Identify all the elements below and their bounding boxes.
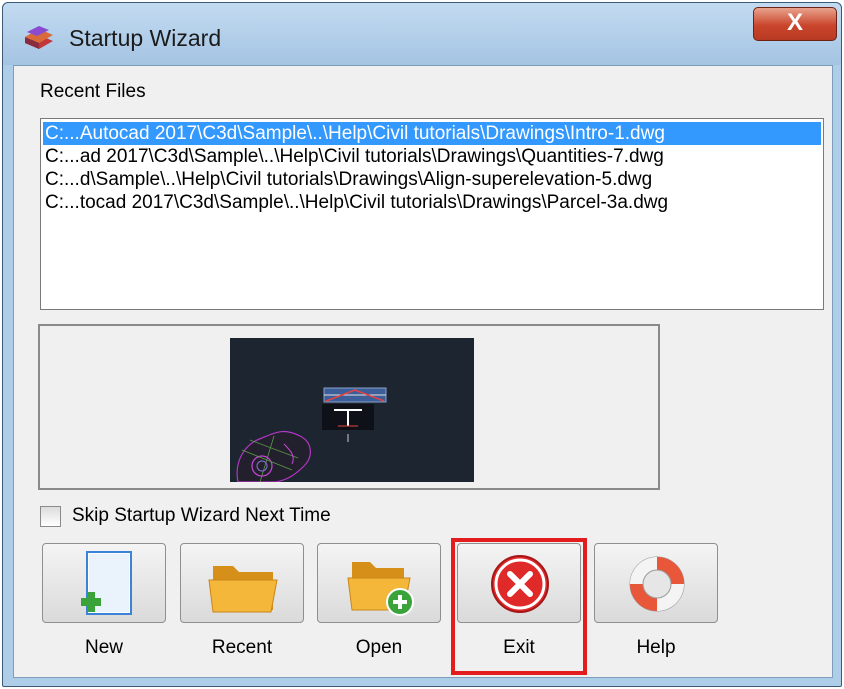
recent-files-list[interactable]: C:...Autocad 2017\C3d\Sample\..\Help\Civ… — [40, 118, 824, 310]
autocad-civil3d-icon — [25, 26, 53, 49]
recent-button[interactable] — [180, 543, 304, 623]
title-bar[interactable]: Startup Wizard X — [3, 3, 841, 65]
window-title: Startup Wizard — [69, 25, 222, 51]
wizard-body: Recent Files C:...Autocad 2017\C3d\Sampl… — [13, 65, 833, 678]
open-label: Open — [355, 637, 403, 658]
drawing-preview-image — [230, 338, 474, 482]
new-button[interactable] — [42, 543, 166, 623]
open-button[interactable] — [317, 543, 441, 623]
drawing-preview-frame — [38, 324, 660, 490]
folder-icon — [208, 566, 278, 613]
recent-label: Recent — [211, 637, 273, 658]
skip-wizard-checkbox[interactable] — [40, 506, 61, 527]
skip-wizard-label: Skip Startup Wizard Next Time — [72, 505, 331, 526]
recent-file-item[interactable]: C:...ad 2017\C3d\Sample\..\Help\Civil tu… — [43, 145, 821, 168]
help-button[interactable] — [594, 543, 718, 623]
recent-files-label: Recent Files — [40, 81, 146, 102]
recent-file-item[interactable]: C:...tocad 2017\C3d\Sample\..\Help\Civil… — [43, 191, 821, 214]
recent-file-item[interactable]: C:...Autocad 2017\C3d\Sample\..\Help\Civ… — [43, 122, 821, 145]
new-document-icon — [81, 551, 132, 615]
close-button[interactable]: X — [753, 7, 837, 41]
lifebuoy-icon — [629, 556, 685, 612]
new-label: New — [84, 637, 123, 658]
exit-highlight-box — [451, 538, 587, 675]
open-folder-icon — [347, 562, 414, 616]
startup-wizard-window: Startup Wizard X Recent Files C:...Autoc… — [2, 2, 842, 687]
help-label: Help — [636, 637, 676, 658]
recent-file-item[interactable]: C:...d\Sample\..\Help\Civil tutorials\Dr… — [43, 168, 821, 191]
